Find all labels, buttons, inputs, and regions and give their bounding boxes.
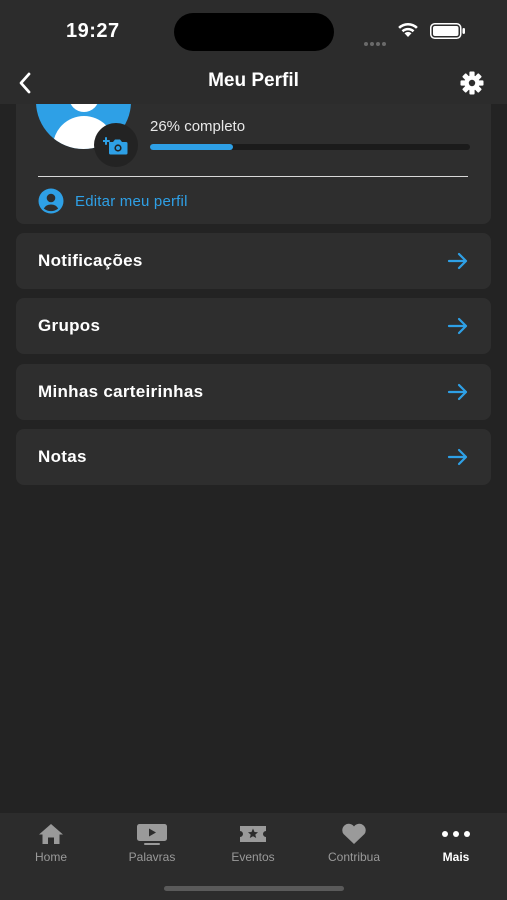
home-icon: [39, 824, 63, 844]
ticket-icon: [240, 826, 266, 842]
page-title: Meu Perfil: [208, 70, 299, 91]
tab-label: Home: [34, 850, 67, 864]
tab-eventos[interactable]: Eventos: [208, 821, 298, 871]
video-icon: [137, 824, 167, 845]
gear-icon: [460, 71, 484, 95]
tab-palavras[interactable]: Palavras: [107, 821, 197, 871]
menu-item-label: Notificações: [38, 251, 143, 270]
edit-profile-label: Editar meu perfil: [75, 192, 188, 210]
camera-add-icon: [103, 137, 128, 155]
wifi-icon: [398, 22, 418, 37]
tab-contribua[interactable]: Contribua: [309, 821, 399, 871]
edit-profile-link[interactable]: Editar meu perfil: [38, 188, 188, 214]
arrow-right-icon: [447, 317, 468, 335]
dynamic-island: [174, 13, 334, 51]
profile-progress-bar: [150, 144, 470, 150]
divider: [38, 176, 468, 177]
profile-progress-label: 26% completo: [150, 118, 246, 135]
menu-item-label: Grupos: [38, 316, 101, 335]
menu-item-minhas-carteirinhas[interactable]: Minhas carteirinhas: [16, 364, 491, 420]
tab-mais[interactable]: Mais: [411, 821, 501, 871]
status-time: 19:27: [66, 20, 120, 42]
profile-card: 26% completo Editar meu perfil: [16, 104, 491, 224]
heart-icon: [342, 823, 366, 844]
home-indicator: [164, 886, 344, 891]
arrow-right-icon: [447, 252, 468, 270]
tab-label: Palavras: [128, 850, 176, 864]
arrow-right-icon: [447, 383, 468, 401]
tab-label: Mais: [442, 850, 470, 864]
arrow-right-icon: [447, 448, 468, 466]
more-icon: [442, 831, 470, 837]
settings-button[interactable]: [457, 68, 487, 98]
tab-label: Contribua: [327, 850, 381, 864]
menu-item-notas[interactable]: Notas: [16, 429, 491, 485]
menu-item-label: Notas: [38, 447, 87, 466]
profile-progress-fill: [150, 144, 234, 150]
user-circle-icon: [38, 188, 64, 214]
menu-item-grupos[interactable]: Grupos: [16, 298, 491, 354]
change-photo-button[interactable]: [94, 123, 138, 167]
battery-icon: [430, 23, 465, 39]
profile-screen: 19:27 Meu Perfil 26% completo Editar meu…: [0, 0, 507, 900]
menu-item-notificacoes[interactable]: Notificações: [16, 233, 491, 289]
tab-bar: Home Palavras Eventos Contribua Mais: [0, 813, 507, 900]
avatar-head: [69, 104, 99, 112]
status-bar: 19:27: [0, 0, 507, 62]
menu-item-label: Minhas carteirinhas: [38, 382, 204, 401]
tab-home[interactable]: Home: [6, 821, 96, 871]
nav-header: Meu Perfil: [0, 62, 507, 104]
signal-icon: [364, 33, 390, 46]
tab-label: Eventos: [231, 850, 275, 864]
